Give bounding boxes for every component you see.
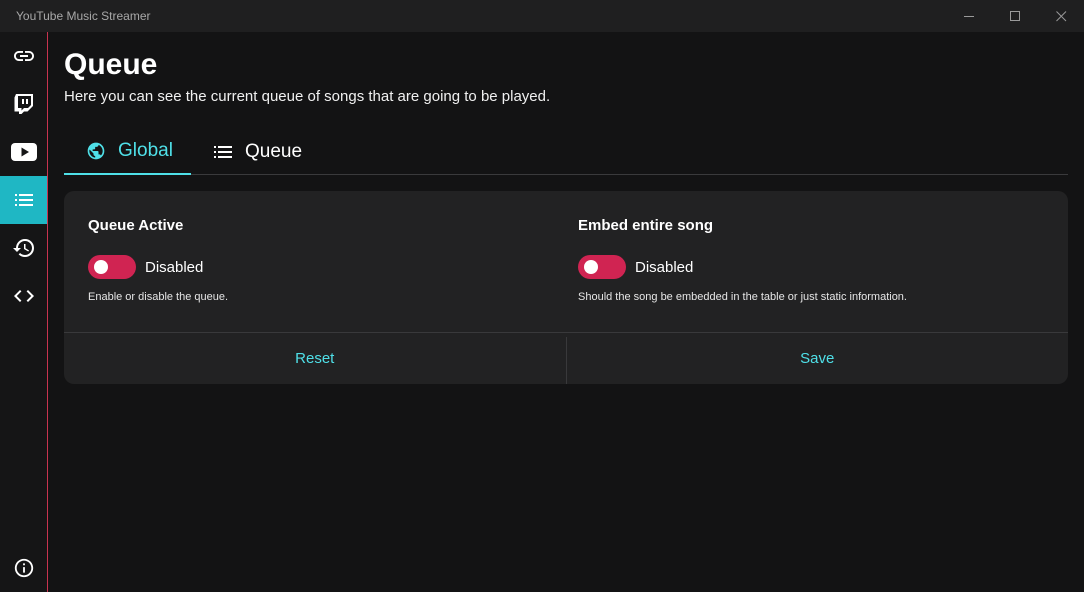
- setting-help-text: Should the song be embedded in the table…: [578, 291, 907, 303]
- close-button[interactable]: [1038, 0, 1084, 32]
- youtube-icon: [10, 143, 37, 161]
- twitch-icon: [14, 94, 33, 114]
- sidebar-item-info[interactable]: [0, 544, 47, 592]
- settings-card: Queue Active Disabled Enable or disable …: [64, 191, 1068, 384]
- setting-title: Embed entire song: [578, 217, 714, 234]
- history-icon: [12, 239, 34, 257]
- queue-list-icon: [14, 194, 33, 206]
- sidebar-item-link[interactable]: [0, 32, 47, 80]
- sidebar-item-youtube[interactable]: [0, 128, 47, 176]
- window-title: YouTube Music Streamer: [16, 9, 151, 23]
- sidebar-item-twitch[interactable]: [0, 80, 47, 128]
- window-controls: [946, 0, 1084, 32]
- toggle-row: Disabled: [578, 255, 693, 279]
- sidebar-item-history[interactable]: [0, 224, 47, 272]
- embed-song-toggle[interactable]: [578, 255, 626, 279]
- sidebar-item-queue[interactable]: [0, 176, 47, 224]
- tab-queue[interactable]: Queue: [213, 128, 323, 175]
- title-bar: YouTube Music Streamer: [0, 0, 1084, 32]
- minimize-icon: [963, 15, 974, 17]
- page-title: Queue: [64, 48, 158, 81]
- toggle-state-label: Disabled: [635, 258, 694, 276]
- close-icon: [1055, 10, 1066, 21]
- sidebar-item-code[interactable]: [0, 272, 47, 320]
- globe-icon: [87, 142, 105, 159]
- tab-bar: Global Queue: [64, 128, 1068, 175]
- info-icon: [14, 558, 33, 578]
- minimize-button[interactable]: [946, 0, 992, 32]
- maximize-icon: [1009, 10, 1020, 21]
- tab-queue-label: Queue: [245, 140, 303, 162]
- code-icon: [13, 290, 34, 302]
- save-button[interactable]: Save: [567, 333, 1069, 384]
- page-description: Here you can see the current queue of so…: [64, 88, 551, 105]
- setting-embed-song: Embed entire song Disabled Should the so…: [578, 217, 907, 303]
- setting-help-text: Enable or disable the queue.: [88, 291, 229, 303]
- toggle-knob: [584, 260, 598, 274]
- setting-title: Queue Active: [88, 217, 184, 234]
- maximize-button[interactable]: [992, 0, 1038, 32]
- tab-global[interactable]: Global: [64, 128, 191, 175]
- reset-button[interactable]: Reset: [64, 333, 566, 384]
- list-icon: [214, 145, 232, 158]
- toggle-state-label: Disabled: [145, 258, 204, 276]
- tab-global-label: Global: [118, 139, 173, 161]
- card-footer: Reset Save: [64, 332, 1068, 384]
- sidebar: [0, 32, 48, 592]
- toggle-row: Disabled: [88, 255, 203, 279]
- queue-active-toggle[interactable]: [88, 255, 136, 279]
- setting-queue-active: Queue Active Disabled Enable or disable …: [88, 217, 228, 303]
- toggle-knob: [94, 260, 108, 274]
- link-icon: [13, 51, 34, 61]
